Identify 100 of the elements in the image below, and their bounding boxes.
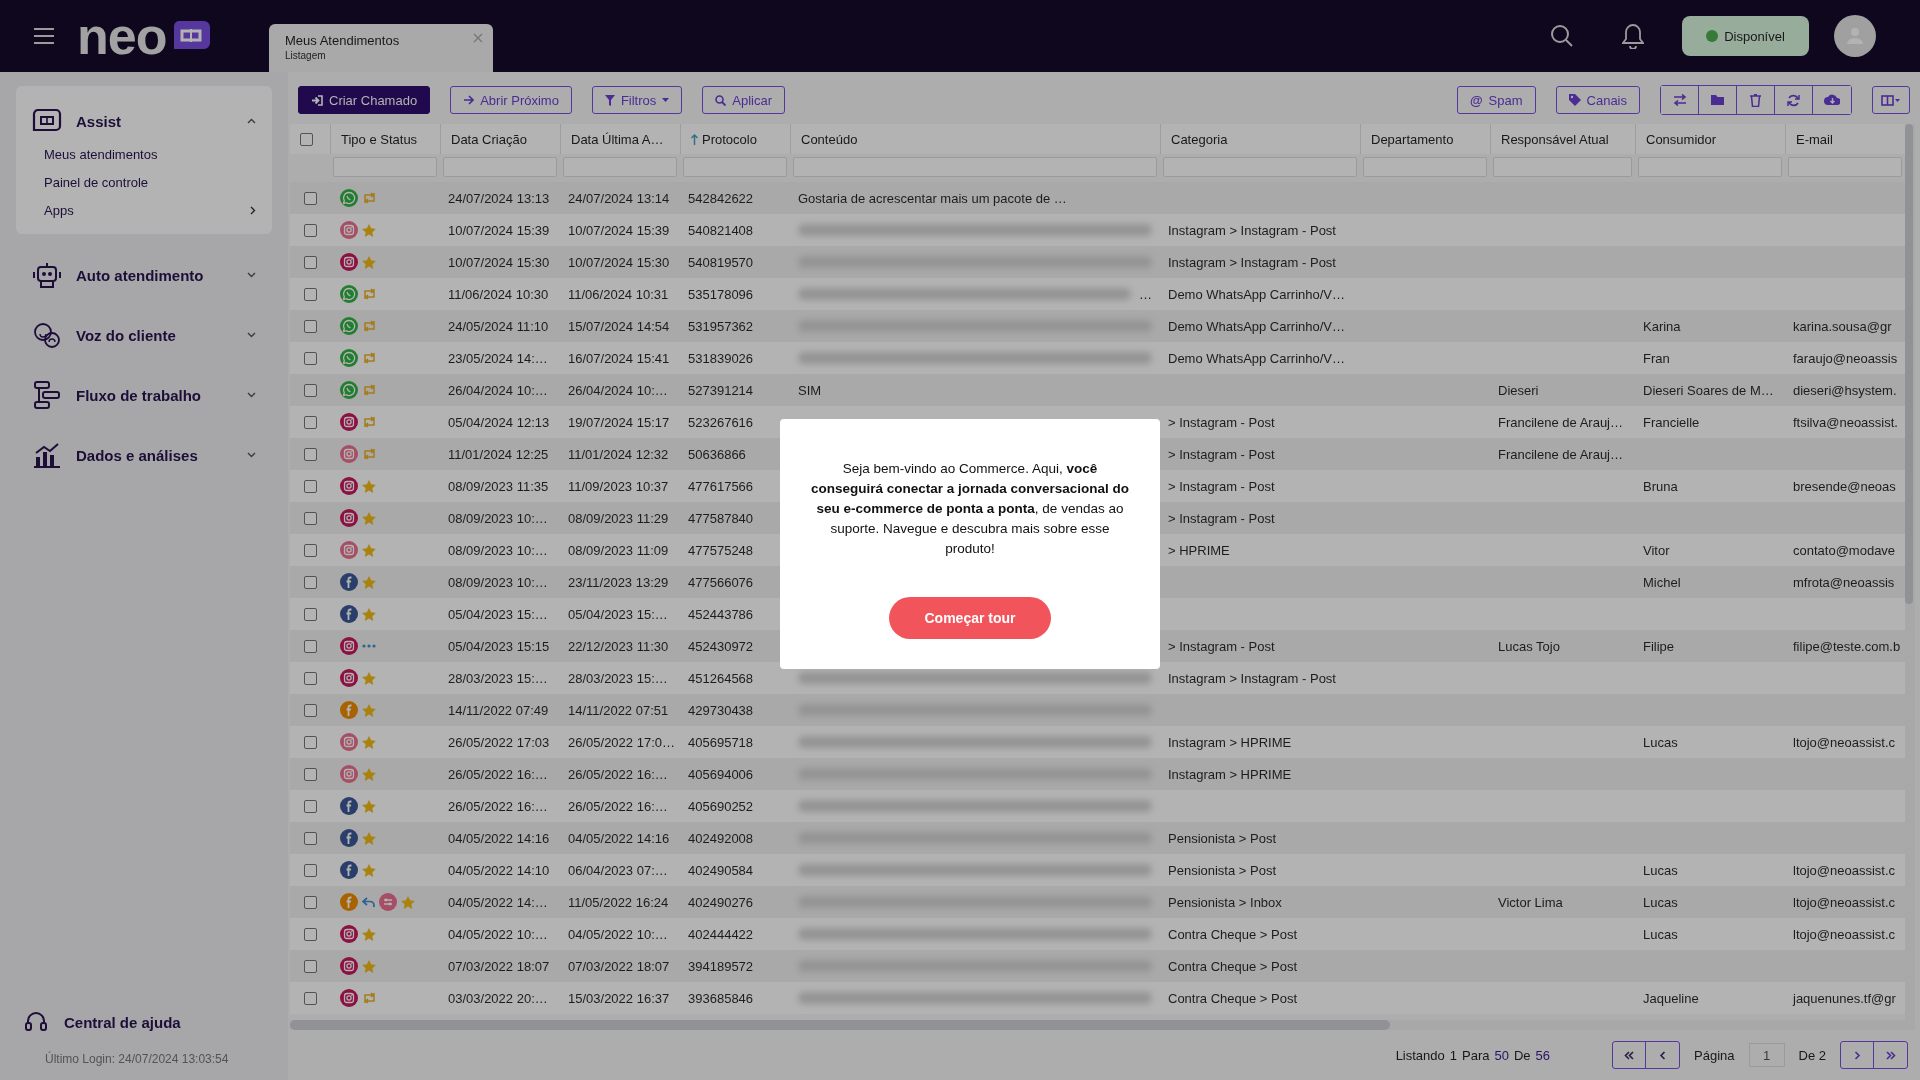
filter-field[interactable]: [1163, 157, 1357, 177]
table-cell: 452443786: [688, 606, 754, 622]
apply-button[interactable]: Aplicar: [702, 86, 786, 114]
menu-icon[interactable]: [33, 27, 55, 45]
menu-item[interactable]: Assist: [16, 102, 272, 140]
filter-field[interactable]: [1363, 157, 1487, 177]
submenu-item[interactable]: Apps: [16, 196, 272, 224]
table-cell: Bruna: [1643, 478, 1678, 494]
last-login-text: Último Login: 24/07/2024 13:03:54: [44, 1050, 230, 1066]
checkbox[interactable]: [303, 511, 317, 525]
bar-chart-icon: [32, 441, 62, 469]
menu-item[interactable]: Auto atendimento: [16, 256, 272, 294]
menu-item[interactable]: Fluxo de trabalho: [16, 376, 272, 414]
scrollbar[interactable]: [1905, 124, 1913, 604]
scrollbar[interactable]: [290, 1020, 1390, 1030]
table-cell: 405690252: [688, 798, 754, 814]
checkbox[interactable]: [303, 255, 317, 269]
filter-button[interactable]: Filtros: [591, 86, 683, 114]
checkbox[interactable]: [303, 831, 317, 845]
table-cell: 15/07/2024 14:54: [568, 318, 670, 334]
transfer-button[interactable]: [1661, 86, 1699, 114]
checkbox[interactable]: [303, 223, 317, 237]
sign-in-icon: [311, 94, 323, 106]
avatar-icon[interactable]: [1834, 15, 1876, 57]
checkbox[interactable]: [303, 575, 317, 589]
submenu-item[interactable]: Meus atendimentos: [16, 140, 272, 168]
table-cell: Lucas Tojo: [1498, 638, 1560, 654]
checkbox[interactable]: [303, 959, 317, 973]
camera-icon: [340, 413, 358, 431]
table-cell: Contra Cheque > Post: [1168, 958, 1297, 974]
f-logo-icon: [340, 701, 358, 719]
checkbox[interactable]: [303, 607, 317, 621]
checkbox[interactable]: [303, 863, 317, 877]
channels-button[interactable]: Canais: [1555, 86, 1640, 114]
filter-field[interactable]: [563, 157, 677, 177]
table-cell: 477566076: [688, 574, 754, 590]
table-cell: 393685846: [688, 990, 754, 1006]
checkbox[interactable]: [303, 671, 317, 685]
checkbox[interactable]: [300, 132, 313, 146]
columns-button[interactable]: [1872, 86, 1910, 114]
table-cell: 26/04/2024 10:…: [448, 382, 548, 398]
menu-item[interactable]: Dados e análises: [16, 436, 272, 474]
checkbox[interactable]: [303, 351, 317, 365]
page-tab[interactable]: Meus Atendimentos Listagem: [269, 24, 493, 72]
filter-field[interactable]: [793, 157, 1157, 177]
submenu-item[interactable]: Painel de controle: [16, 168, 272, 196]
filter-field[interactable]: [333, 157, 437, 177]
checkbox[interactable]: [303, 319, 317, 333]
star-icon: [362, 799, 376, 813]
checkbox[interactable]: [303, 191, 317, 205]
next-button[interactable]: Abrir Próximo: [450, 86, 572, 114]
checkbox[interactable]: [303, 927, 317, 941]
page-field[interactable]: 1: [1748, 1043, 1785, 1067]
bell-icon[interactable]: [1622, 23, 1644, 49]
star-icon: [362, 511, 376, 525]
swap-arrows-icon: [362, 992, 377, 1004]
checkbox[interactable]: [303, 799, 317, 813]
filter-field[interactable]: [683, 157, 787, 177]
phone-bubble-icon: [340, 381, 358, 399]
filter-field[interactable]: [1493, 157, 1632, 177]
checkbox[interactable]: [303, 991, 317, 1005]
table-cell: Filipe: [1643, 638, 1675, 654]
checkbox[interactable]: [303, 415, 317, 429]
table-cell: 03/03/2022 20:…: [448, 990, 548, 1006]
checkbox[interactable]: [303, 895, 317, 909]
create-button[interactable]: Criar Chamado: [298, 86, 431, 114]
spam-button[interactable]: @ Spam: [1456, 86, 1536, 114]
checkbox[interactable]: [303, 543, 317, 557]
filter-field[interactable]: [443, 157, 557, 177]
checkbox[interactable]: [303, 735, 317, 749]
menu-item[interactable]: Voz do cliente: [16, 316, 272, 354]
table-cell: 08/09/2023 11:09: [568, 542, 669, 558]
checkbox[interactable]: [303, 479, 317, 493]
close-icon[interactable]: [473, 33, 483, 43]
filter-field[interactable]: [1788, 157, 1902, 177]
camera-icon: [340, 445, 358, 463]
double-chevron-right-icon: [1884, 1050, 1897, 1060]
table-cell: 24/07/2024 13:14: [568, 190, 670, 206]
star-icon: [362, 703, 376, 717]
page-label: Página: [1694, 1047, 1735, 1063]
table-cell: Dieseri Soares de M…: [1643, 382, 1774, 398]
table-cell: 10/07/2024 15:30: [448, 254, 550, 270]
checkbox[interactable]: [303, 287, 317, 301]
table-cell: 26/05/2022 16:…: [448, 766, 548, 782]
f-logo-icon: [340, 573, 358, 591]
search-icon[interactable]: [1550, 24, 1574, 48]
table-cell: > Instagram - Post: [1168, 510, 1275, 526]
help-link[interactable]: Central de ajuda: [16, 1010, 272, 1034]
checkbox[interactable]: [303, 447, 317, 461]
checkbox[interactable]: [303, 639, 317, 653]
table-cell: 50636866: [688, 446, 746, 462]
checkbox[interactable]: [303, 383, 317, 397]
filter-field[interactable]: [1638, 157, 1782, 177]
table-cell: 402490584: [688, 862, 754, 878]
swap-arrows-icon: [362, 192, 377, 204]
checkbox[interactable]: [303, 703, 317, 717]
status-button[interactable]: Disponível: [1682, 16, 1809, 56]
checkbox[interactable]: [303, 767, 317, 781]
table-cell: 26/05/2022 16:…: [568, 798, 668, 814]
table-cell: > Instagram - Post: [1168, 638, 1275, 654]
